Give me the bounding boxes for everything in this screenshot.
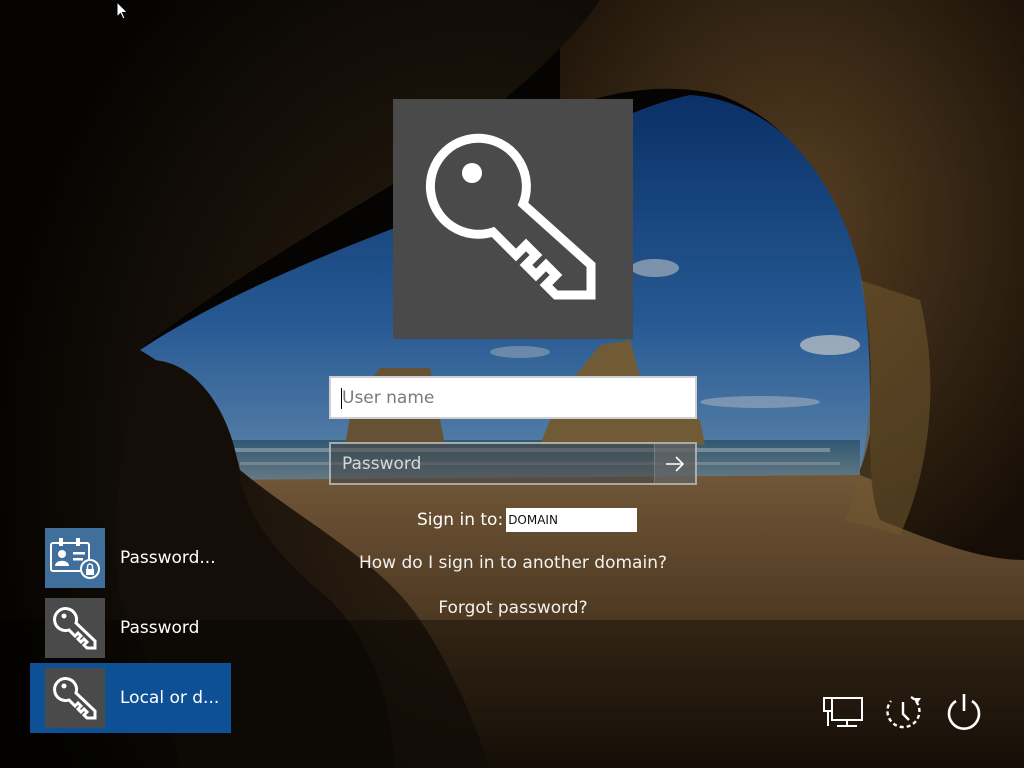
user-tile [393, 99, 633, 339]
network-button[interactable] [821, 690, 865, 734]
sign-in-option-local-or-domain[interactable]: Local or d... [30, 663, 231, 733]
ease-of-access-icon [886, 695, 921, 729]
arrow-right-icon [666, 456, 685, 472]
sign-in-to-row: Sign in to: DOMAIN [417, 508, 638, 532]
key-icon [425, 133, 596, 300]
lock-screen: Sign in to: DOMAIN How do I sign in to a… [0, 0, 1024, 768]
forgot-password-link[interactable]: Forgot password? [329, 598, 697, 618]
other-domain-link[interactable]: How do I sign in to another domain? [329, 553, 697, 573]
text-caret [341, 388, 342, 409]
password-input[interactable] [331, 444, 657, 483]
username-field-box[interactable] [329, 376, 697, 419]
mouse-cursor-icon [116, 1, 129, 20]
sign-in-option-smartcard[interactable]: Password... [30, 523, 231, 593]
sign-in-to-label: Sign in to: [417, 510, 504, 530]
sign-in-option-password[interactable]: Password [30, 593, 231, 663]
submit-button[interactable] [654, 444, 695, 483]
network-icon [823, 697, 863, 727]
sign-in-option-label: Password... [120, 548, 216, 568]
power-icon [947, 694, 981, 730]
username-input[interactable] [331, 378, 695, 417]
key-icon [45, 598, 105, 658]
sign-in-option-label: Local or d... [120, 688, 220, 708]
key-icon [45, 668, 105, 728]
sign-in-option-label: Password [120, 618, 200, 638]
ease-of-access-button[interactable] [881, 690, 925, 734]
power-button[interactable] [942, 690, 986, 734]
smartcard-icon [45, 528, 105, 588]
domain-value: DOMAIN [506, 508, 638, 532]
password-field-box[interactable] [329, 442, 697, 485]
